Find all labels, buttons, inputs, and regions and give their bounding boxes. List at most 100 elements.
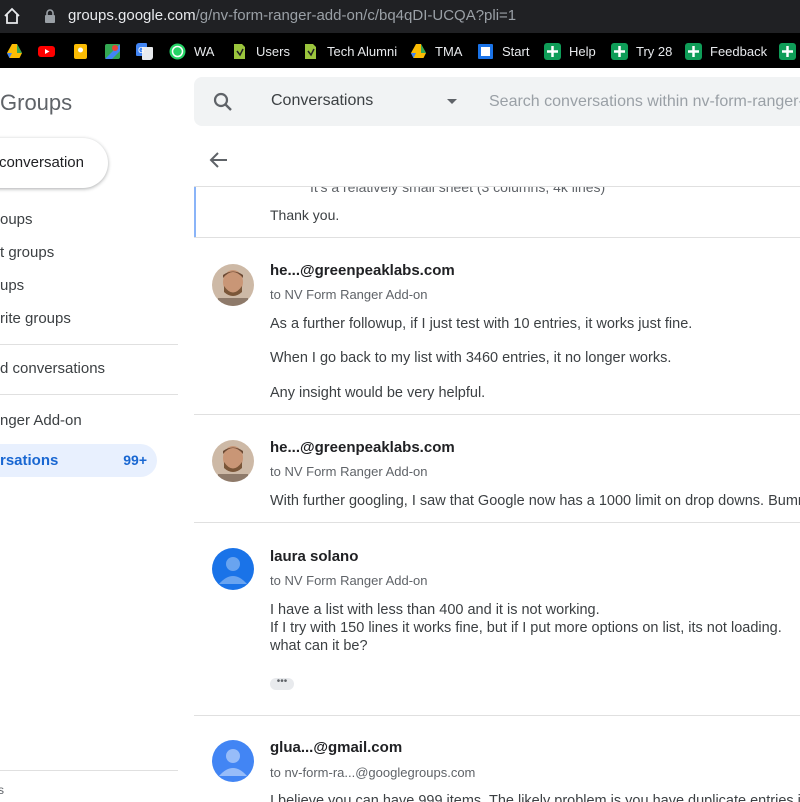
message-body-line: I believe you can have 999 items. The li… — [270, 793, 800, 802]
message-sender: he...@greenpeaklabs.com — [270, 262, 455, 279]
message-body-line: I have a list with less than 400 and it … — [270, 602, 600, 618]
sidebar-item-all-groups[interactable]: ups — [0, 277, 24, 294]
home-icon[interactable] — [2, 6, 22, 26]
message-body-line: If I try with 150 lines it works fine, b… — [270, 620, 782, 636]
bookmark-label: WA — [194, 43, 215, 59]
sidebar: Groups conversation oups t groups ups ri… — [0, 68, 185, 802]
back-arrow-icon[interactable] — [207, 148, 231, 172]
translate-icon: G — [136, 42, 153, 60]
bookmark-youtube[interactable] — [38, 41, 55, 61]
bookmark-label: Users — [256, 43, 290, 59]
person-photo-icon — [212, 440, 254, 482]
avatar[interactable] — [212, 548, 254, 590]
bookmark-tech-alumni[interactable]: Tech Alumni — [302, 41, 397, 61]
bookmark-label: Help — [569, 43, 596, 59]
bookmark-users[interactable]: Users — [231, 41, 290, 61]
message-divider — [194, 522, 800, 523]
message-body-cut-line: It's a relatively small sheet (3 columns… — [310, 187, 606, 195]
bookmark-wa[interactable]: WA — [169, 41, 214, 61]
avatar[interactable] — [212, 740, 254, 782]
bookmark-help[interactable]: Help — [544, 41, 596, 61]
message-recipient: to NV Form Ranger Add-on — [270, 464, 428, 479]
message-thread: It's a relatively small sheet (3 columns… — [194, 187, 800, 802]
bookmark-start[interactable]: Start — [477, 41, 529, 61]
message-body-line: Thank you. — [270, 207, 340, 223]
message-divider — [194, 414, 800, 415]
whatsapp-icon — [169, 43, 186, 59]
message-body-line: what can it be? — [270, 638, 368, 654]
youtube-icon — [38, 45, 55, 57]
plus-icon — [544, 42, 561, 60]
person-photo-icon — [212, 264, 254, 306]
message-sender: glua...@gmail.com — [270, 739, 403, 756]
sidebar-item-recent-groups[interactable]: t groups — [0, 244, 54, 261]
sidebar-item-my-groups[interactable]: oups — [0, 211, 33, 228]
url-text[interactable]: groups.google.com/g/nv-form-ranger-add-o… — [68, 7, 516, 24]
message-sender: he...@greenpeaklabs.com — [270, 439, 455, 456]
sidebar-divider — [0, 394, 178, 395]
plus-icon — [779, 42, 796, 60]
page-icon — [478, 43, 493, 59]
bookmark-tma[interactable]: TMA — [410, 41, 462, 61]
bookmark-try-28[interactable]: Try 28 — [611, 41, 672, 61]
search-scope-select[interactable]: Conversations — [271, 92, 373, 110]
message-body-line: When I go back to my list with 3460 entr… — [270, 350, 672, 366]
conversation-count-badge: 99+ — [123, 452, 147, 468]
address-bar[interactable]: groups.google.com/g/nv-form-ranger-add-o… — [0, 0, 800, 33]
drive-icon — [411, 43, 426, 58]
bookmark-label: Start — [502, 43, 530, 59]
new-conversation-label: conversation — [0, 154, 84, 171]
message-divider — [194, 237, 800, 238]
message-recipient: to nv-form-ra...@googlegroups.com — [270, 765, 476, 780]
bookmark-feedback[interactable]: Feedback — [685, 41, 767, 61]
bookmarks-bar: G WA Users Tech Alumni TMA Start Help Tr… — [0, 33, 800, 68]
sidebar-footer-text[interactable]: s — [0, 783, 4, 797]
drive-icon — [7, 43, 22, 58]
svg-text:G: G — [138, 46, 144, 55]
default-avatar-icon — [212, 548, 254, 590]
bookmark-label: Feedback — [710, 43, 768, 59]
message-body-line: Any insight would be very helpful. — [270, 385, 486, 401]
bookmark-drive[interactable] — [6, 41, 23, 61]
message-body-line: With further googling, I saw that Google… — [270, 493, 800, 509]
search-bar: Conversations — [194, 77, 800, 126]
sidebar-item-group-name[interactable]: nger Add-on — [0, 412, 82, 429]
url-path: /g/nv-form-ranger-add-on/c/bq4qDI-UCQA?p… — [195, 7, 517, 24]
sidebar-divider — [0, 344, 178, 345]
sidebar-item-starred-conversations[interactable]: d conversations — [0, 360, 105, 377]
url-host: groups.google.com — [68, 7, 196, 24]
show-trimmed-content-button[interactable]: ••• — [270, 677, 294, 690]
new-conversation-button[interactable]: conversation — [0, 138, 108, 188]
keep-icon — [74, 43, 87, 59]
sheet-icon — [234, 43, 245, 59]
bookmark-translate[interactable]: G — [136, 41, 153, 61]
chevron-down-icon[interactable] — [447, 99, 457, 104]
expanded-message-indicator — [194, 187, 196, 237]
bookmark-extra[interactable] — [779, 41, 796, 61]
avatar[interactable] — [212, 440, 254, 482]
bookmark-maps[interactable] — [104, 41, 121, 61]
groups-logo[interactable]: Groups — [0, 90, 72, 116]
message-recipient: to NV Form Ranger Add-on — [270, 287, 428, 302]
lock-icon[interactable] — [44, 9, 56, 23]
sidebar-item-conversations[interactable]: rsations 99+ — [0, 444, 157, 477]
message-body-line: As a further followup, if I just test wi… — [270, 316, 693, 332]
bookmark-label: Try 28 — [636, 43, 673, 59]
avatar[interactable] — [212, 264, 254, 306]
sidebar-divider — [0, 770, 178, 771]
default-avatar-icon — [212, 740, 254, 782]
sidebar-item-favorite-groups[interactable]: rite groups — [0, 310, 71, 327]
sheet-icon — [305, 43, 316, 59]
maps-icon — [105, 43, 120, 59]
message-sender: laura solano — [270, 548, 359, 565]
bookmark-keep[interactable] — [72, 41, 89, 61]
bookmark-label: TMA — [435, 43, 463, 59]
sidebar-item-label: rsations — [0, 452, 59, 469]
message-divider — [194, 715, 800, 716]
message-recipient: to NV Form Ranger Add-on — [270, 573, 428, 588]
plus-icon — [685, 42, 702, 60]
bookmark-label: Tech Alumni — [327, 43, 398, 59]
search-input[interactable] — [489, 90, 800, 114]
search-icon[interactable] — [212, 91, 234, 113]
plus-icon — [611, 42, 628, 60]
